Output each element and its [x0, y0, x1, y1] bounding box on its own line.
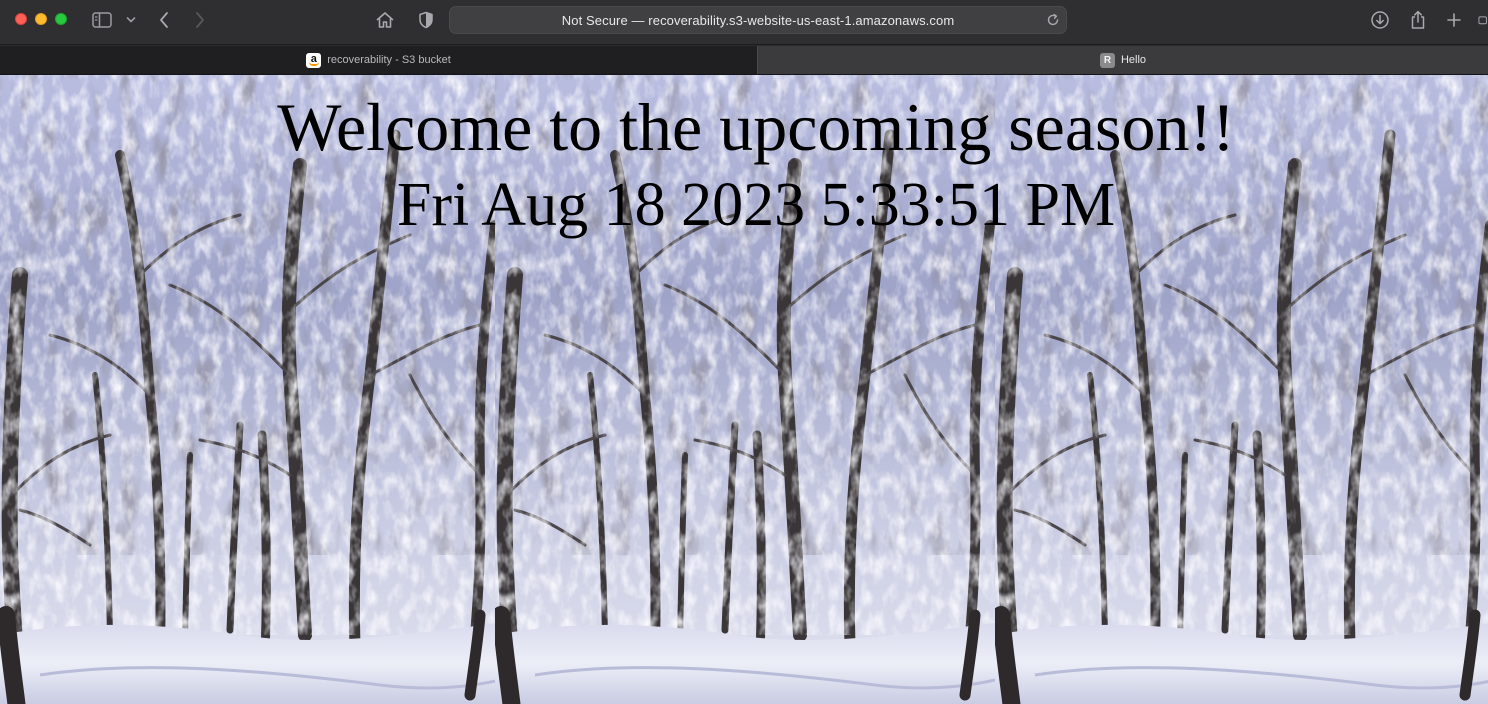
tab-hello[interactable]: R Hello — [757, 46, 1488, 74]
maximize-window-button[interactable] — [55, 13, 67, 25]
browser-toolbar: Not Secure — recoverability.s3-website-u… — [0, 0, 1488, 45]
address-bar[interactable]: Not Secure — recoverability.s3-website-u… — [449, 6, 1067, 34]
tab-overview-icon[interactable] — [1478, 8, 1488, 32]
tab-label: recoverability - S3 bucket — [327, 54, 451, 66]
datetime-heading: Fri Aug 18 2023 5:33:51 PM — [396, 171, 1116, 239]
tab-s3-bucket[interactable]: a recoverability - S3 bucket — [0, 46, 757, 74]
sidebar-icon[interactable] — [91, 8, 113, 32]
tab-bar: a recoverability - S3 bucket R Hello — [0, 46, 1488, 75]
web-page: Welcome to the upcoming season!! Fri Aug… — [0, 75, 1488, 704]
shield-icon[interactable] — [416, 8, 436, 32]
download-icon[interactable] — [1369, 8, 1391, 32]
close-window-button[interactable] — [15, 13, 27, 25]
reload-icon[interactable] — [1046, 13, 1060, 32]
address-text: Not Secure — recoverability.s3-website-u… — [561, 13, 955, 28]
forward-icon[interactable] — [190, 8, 210, 32]
new-tab-icon[interactable] — [1444, 8, 1464, 32]
back-icon[interactable] — [154, 8, 174, 32]
chevron-down-icon[interactable] — [124, 8, 138, 32]
amazon-icon: a — [306, 52, 322, 68]
home-icon[interactable] — [374, 8, 396, 32]
welcome-heading: Welcome to the upcoming season!! — [277, 89, 1235, 165]
share-icon[interactable] — [1407, 8, 1429, 32]
tab-label: Hello — [1120, 54, 1147, 66]
favicon-letter: R — [1099, 52, 1115, 68]
minimize-window-button[interactable] — [35, 13, 47, 25]
